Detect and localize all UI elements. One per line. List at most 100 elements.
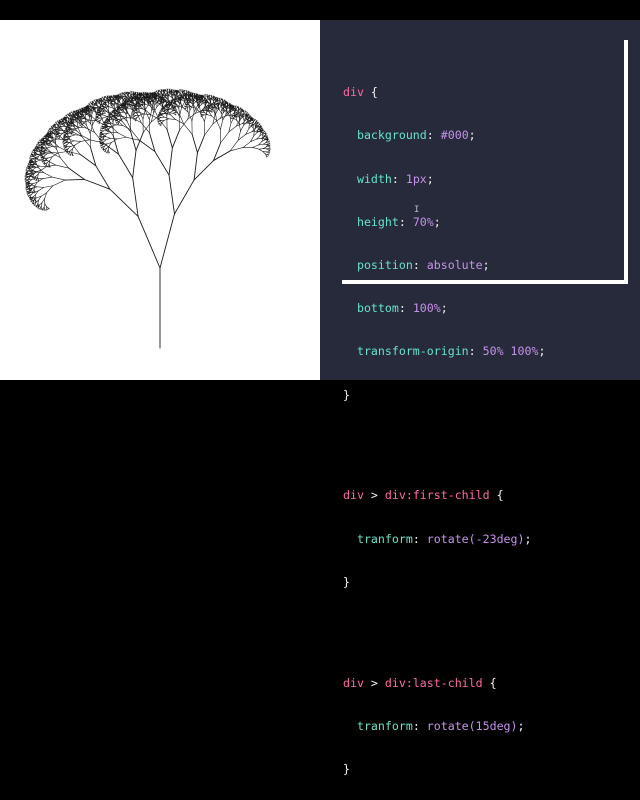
code-line: transform-origin: 50% 100%; <box>343 344 545 358</box>
tree-branch <box>31 154 32 155</box>
tree-branch <box>184 124 192 134</box>
tree-branch <box>38 187 44 191</box>
tree-branch <box>65 179 84 180</box>
tree-branch <box>54 142 59 147</box>
tree-branch <box>92 118 93 125</box>
tree-branch <box>253 147 259 149</box>
fractal-tree <box>0 20 320 380</box>
tree-branch <box>122 118 126 119</box>
tree-branch <box>100 130 101 131</box>
tree-branch <box>243 142 250 148</box>
value: absolute <box>427 258 483 272</box>
property: bottom <box>357 301 399 315</box>
value: rotate(-23deg) <box>427 532 525 546</box>
tree-branch <box>53 180 65 186</box>
tree-branch <box>203 109 204 110</box>
tree-branch <box>133 111 134 112</box>
tree-branch <box>239 125 240 132</box>
tree-branch <box>169 119 176 120</box>
code-line: } <box>343 575 545 589</box>
combinator: > <box>364 676 385 690</box>
tree-branch <box>231 118 232 119</box>
value: rotate(15deg) <box>427 719 518 733</box>
tree-branch <box>133 178 138 217</box>
selector: div <box>343 488 364 502</box>
tree-branch <box>119 154 133 178</box>
tree-branch <box>146 111 150 120</box>
tree-branch <box>103 115 107 117</box>
tree-branch <box>174 180 194 214</box>
tree-branch <box>155 152 169 176</box>
tree-branch <box>259 149 263 151</box>
tree-branch <box>43 177 52 179</box>
tree-branch <box>112 123 116 125</box>
selector: div:last-child <box>385 676 483 690</box>
tree-branch <box>111 132 118 133</box>
tree-branch <box>160 214 174 268</box>
tree-branch <box>194 153 197 180</box>
tree-branch <box>126 118 133 119</box>
blank-line <box>343 618 545 632</box>
tree-branch <box>133 150 136 177</box>
tree-branch <box>107 149 108 151</box>
tree-branch <box>37 187 44 188</box>
tree-branch <box>194 161 213 180</box>
selector: div <box>343 676 364 690</box>
tree-branch <box>110 189 138 216</box>
tree-branch <box>52 146 59 147</box>
tree-branch <box>40 206 41 208</box>
code-line: div > div:first-child { <box>343 488 545 502</box>
tree-branch <box>160 110 161 111</box>
tree-branch <box>37 203 38 205</box>
tree-branch <box>253 145 259 148</box>
tree-branch <box>74 141 81 142</box>
code-line: width: 1px; <box>343 172 545 186</box>
property: transform-origin <box>357 344 469 358</box>
tree-branch <box>180 119 188 130</box>
tree-branch <box>141 123 149 133</box>
property: width <box>357 172 392 186</box>
tree-branch <box>172 130 179 148</box>
tree-branch <box>37 144 38 145</box>
tree-branch <box>116 125 123 126</box>
tree-branch <box>241 125 244 131</box>
code-line: tranform: rotate(-23deg); <box>343 532 545 546</box>
tree-branch <box>48 146 52 147</box>
css-code[interactable]: div { background: #000; width: 1px; heig… <box>343 42 545 800</box>
tree-branch <box>33 189 34 191</box>
property: background <box>357 128 427 142</box>
tree-branch <box>144 114 151 115</box>
tree-branch <box>214 143 221 161</box>
tree-branch <box>250 123 252 124</box>
tree-branch <box>112 125 116 126</box>
code-line: height: 70%; <box>343 215 545 229</box>
tree-branch <box>40 166 47 167</box>
tree-branch <box>41 167 47 171</box>
tree-branch <box>106 137 110 139</box>
tree-branch <box>159 93 160 94</box>
property: height <box>357 215 399 229</box>
code-line: background: #000; <box>343 128 545 142</box>
video-frame: div { background: #000; width: 1px; heig… <box>0 0 640 400</box>
tree-branch <box>117 137 126 139</box>
tree-branch <box>113 98 114 99</box>
tree-branch <box>267 149 269 150</box>
tree-branch <box>52 177 65 180</box>
tree-branch <box>118 133 126 137</box>
value: 50% 100% <box>483 344 539 358</box>
tree-branch <box>230 116 231 123</box>
tree-branch <box>136 133 143 151</box>
blank-line <box>343 431 545 445</box>
tree-branch <box>221 132 229 143</box>
tree-branch <box>169 148 172 175</box>
value: 70% <box>413 215 434 229</box>
tree-branch <box>96 102 97 103</box>
tree-branch <box>185 106 186 107</box>
tree-branch <box>143 110 145 119</box>
tree-branch <box>48 164 49 166</box>
tree-branch <box>50 128 51 129</box>
tree-branch <box>38 142 39 143</box>
value: #000 <box>441 128 469 142</box>
tree-branch <box>30 157 31 158</box>
code-line: bottom: 100%; <box>343 301 545 315</box>
